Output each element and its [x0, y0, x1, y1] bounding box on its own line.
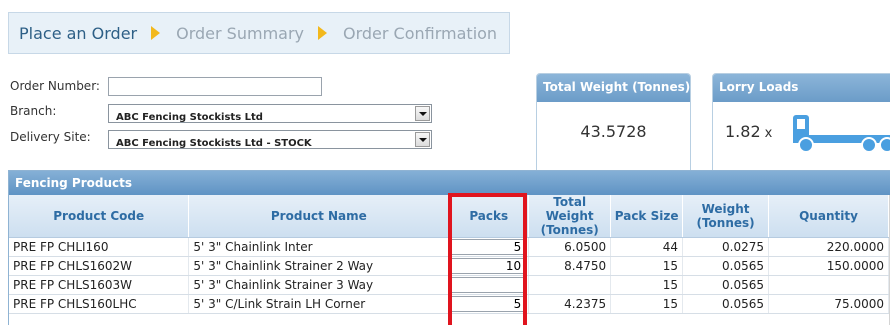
col-pack-size[interactable]: Pack Size: [610, 195, 684, 238]
step-arrow-icon: [318, 26, 327, 40]
order-number-label: Order Number:: [10, 79, 100, 93]
quantity: 75.0000: [768, 294, 889, 314]
lorry-loads-panel: Lorry Loads 1.82 x: [712, 73, 890, 185]
chevron-down-icon[interactable]: [415, 106, 430, 121]
table-row: PRE FP CHLS1603W 5' 3" Chainlink Straine…: [9, 275, 889, 295]
col-weight[interactable]: Weight (Tonnes): [682, 195, 770, 238]
total-weight-title: Total Weight (Tonnes): [537, 74, 690, 102]
total-weight-panel: Total Weight (Tonnes) 43.5728: [536, 73, 691, 185]
delivery-site-select[interactable]: ABC Fencing Stockists Ltd - STOCK: [108, 130, 432, 149]
pack-size: 44: [610, 237, 684, 257]
products-table: Product Code Product Name Packs Total We…: [9, 195, 889, 314]
product-code: PRE FP CHLS160LHC: [9, 294, 190, 314]
table-row: PRE FP CHLI160 5' 3" Chainlink Inter 6.0…: [9, 237, 889, 257]
chevron-down-icon[interactable]: [415, 132, 430, 147]
product-name: 5' 3" Chainlink Strainer 3 Way: [188, 275, 450, 295]
packs-cell: [448, 294, 530, 314]
delivery-site-select-value: ABC Fencing Stockists Ltd - STOCK: [116, 138, 312, 149]
packs-input[interactable]: [451, 277, 527, 293]
col-product-name[interactable]: Product Name: [188, 195, 450, 238]
lorry-loads-value: 1.82: [725, 122, 761, 141]
quantity: 220.0000: [768, 237, 889, 257]
order-number-input[interactable]: [108, 77, 322, 96]
packs-input[interactable]: [451, 258, 527, 274]
branch-label: Branch:: [10, 104, 57, 118]
packs-input[interactable]: [451, 239, 527, 255]
total-weight: 6.0500: [528, 237, 612, 257]
weight: 0.0565: [682, 294, 770, 314]
product-code: PRE FP CHLI160: [9, 237, 190, 257]
products-table-header: Product Code Product Name Packs Total We…: [9, 195, 889, 238]
packs-cell: [448, 237, 530, 257]
step-arrow-icon: [151, 26, 161, 40]
lorry-loads-value-wrap: 1.82 x: [725, 122, 772, 141]
weight: 0.0565: [682, 275, 770, 295]
branch-select[interactable]: ABC Fencing Stockists Ltd: [108, 104, 432, 123]
lorry-loads-title: Lorry Loads: [713, 74, 890, 102]
packs-cell: [448, 256, 530, 276]
pack-size: 15: [610, 275, 684, 295]
truck-icon: [793, 115, 890, 153]
product-name: 5' 3" C/Link Strain LH Corner: [188, 294, 450, 314]
table-row: PRE FP CHLS160LHC 5' 3" C/Link Strain LH…: [9, 294, 889, 314]
product-code: PRE FP CHLS1602W: [9, 256, 190, 276]
weight: 0.0565: [682, 256, 770, 276]
total-weight: 4.2375: [528, 294, 612, 314]
total-weight: [528, 275, 612, 295]
pack-size: 15: [610, 294, 684, 314]
total-weight-value: 43.5728: [580, 122, 647, 141]
weight: 0.0275: [682, 237, 770, 257]
col-total-weight[interactable]: Total Weight (Tonnes): [528, 195, 612, 238]
delivery-site-label: Delivery Site:: [10, 130, 91, 144]
step-place-order[interactable]: Place an Order: [19, 24, 137, 43]
branch-select-value: ABC Fencing Stockists Ltd: [116, 112, 263, 123]
fencing-products-title: Fencing Products: [9, 171, 890, 195]
col-packs[interactable]: Packs: [448, 195, 530, 238]
col-product-code[interactable]: Product Code: [9, 195, 190, 238]
packs-input[interactable]: [451, 296, 527, 312]
pack-size: 15: [610, 256, 684, 276]
packs-cell: [448, 275, 530, 295]
product-name: 5' 3" Chainlink Strainer 2 Way: [188, 256, 450, 276]
total-weight: 8.4750: [528, 256, 612, 276]
fencing-products-panel: Fencing Products Product Code Product Na…: [8, 170, 890, 325]
step-order-summary[interactable]: Order Summary: [176, 24, 304, 43]
quantity: 150.0000: [768, 256, 889, 276]
order-steps-breadcrumb: Place an Order Order Summary Order Confi…: [8, 12, 510, 54]
table-row: PRE FP CHLS1602W 5' 3" Chainlink Straine…: [9, 256, 889, 276]
product-code: PRE FP CHLS1603W: [9, 275, 190, 295]
product-name: 5' 3" Chainlink Inter: [188, 237, 450, 257]
step-order-confirmation[interactable]: Order Confirmation: [343, 24, 497, 43]
col-quantity[interactable]: Quantity: [768, 195, 889, 238]
quantity: [768, 275, 889, 295]
lorry-multiplier: x: [764, 126, 773, 141]
